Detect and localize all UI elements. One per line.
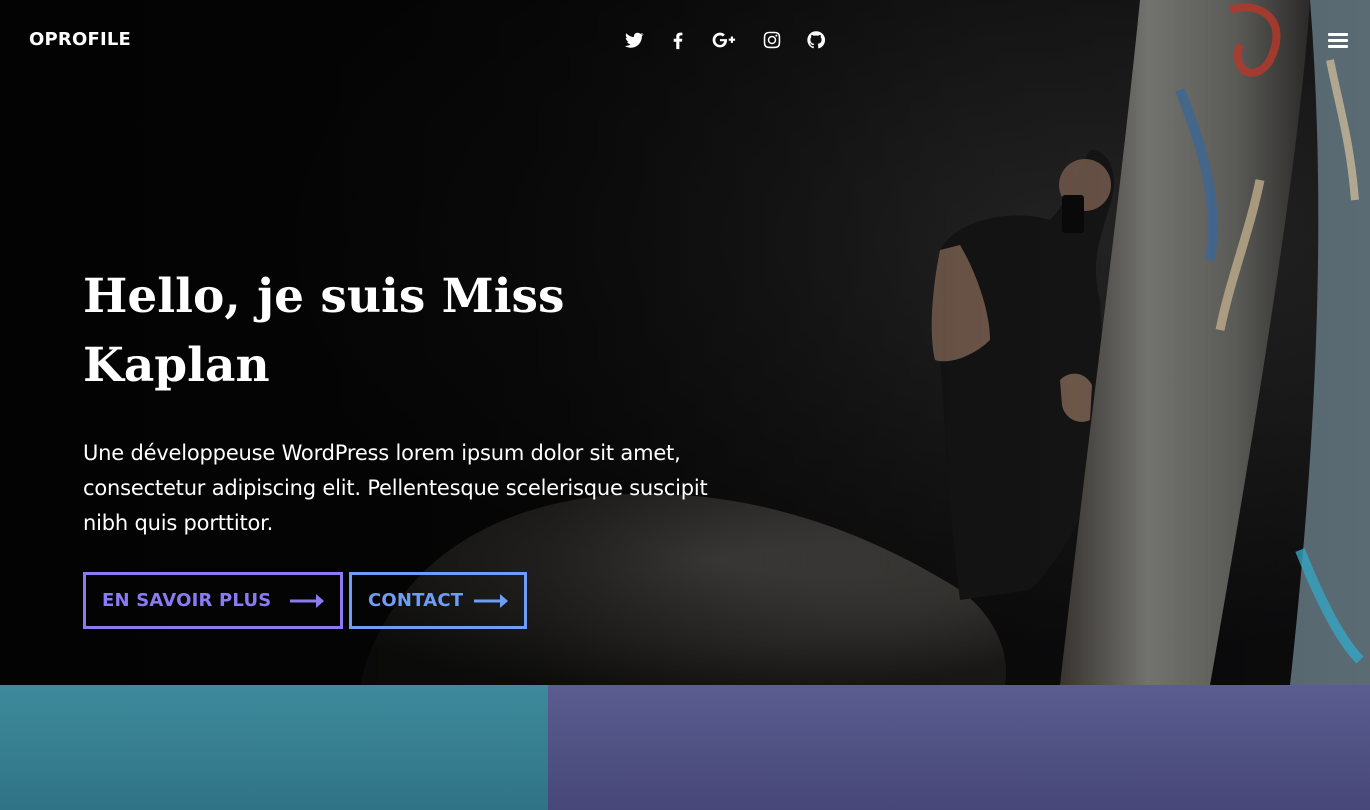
social-links xyxy=(622,28,828,52)
hero-lead-text: Une développeuse WordPress lorem ipsum d… xyxy=(83,441,708,535)
top-navigation: OPROFILE xyxy=(0,0,1370,82)
section-preview-right xyxy=(548,685,1370,810)
google-plus-icon[interactable] xyxy=(710,28,740,52)
facebook-icon[interactable] xyxy=(666,28,690,52)
arrow-right-icon xyxy=(290,593,324,609)
contact-button[interactable]: CONTACT xyxy=(349,572,527,629)
hero-headline: Hello, je suis Miss Kaplan xyxy=(83,262,643,400)
twitter-icon[interactable] xyxy=(622,28,646,52)
hero-headline-line2: Kaplan xyxy=(83,338,270,393)
hamburger-menu-icon[interactable] xyxy=(1328,30,1348,50)
arrow-right-icon xyxy=(474,593,508,609)
contact-button-label: CONTACT xyxy=(368,590,464,611)
hero-headline-line1: Hello, je suis Miss xyxy=(83,269,565,324)
site-logo[interactable]: OPROFILE xyxy=(29,29,131,50)
instagram-icon[interactable] xyxy=(760,28,784,52)
section-preview-left xyxy=(0,685,548,810)
github-icon[interactable] xyxy=(804,28,828,52)
learn-more-button-label: EN SAVOIR PLUS xyxy=(102,590,272,611)
learn-more-button[interactable]: EN SAVOIR PLUS xyxy=(83,572,343,629)
hero-section: OPROFILE Hello, je suis Miss Kaplan Une … xyxy=(0,0,1370,685)
